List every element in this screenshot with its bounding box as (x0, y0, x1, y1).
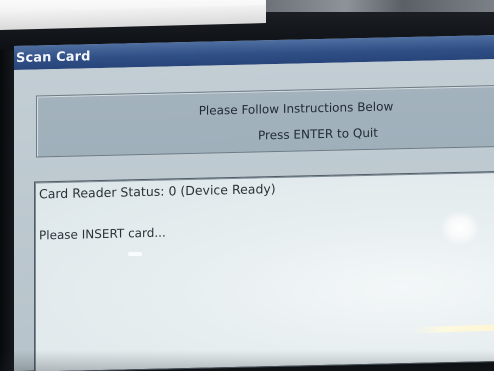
scan-card-window: Scan Card Please Follow Instructions Bel… (14, 35, 494, 371)
monitor-frame-left (0, 50, 14, 371)
instructions-line-2: Press ENTER to Quit (258, 125, 378, 143)
window-body: Please Follow Instructions Below Press E… (14, 59, 494, 371)
insert-card-prompt: Please INSERT card... (39, 225, 166, 243)
screen-glare (440, 210, 480, 246)
photo-scene: Scan Card Please Follow Instructions Bel… (0, 0, 494, 371)
window-title: Scan Card (16, 48, 91, 66)
screen-reflection-small (128, 252, 142, 256)
card-reader-log: Card Reader Status: 0 (Device Ready) Ple… (34, 171, 494, 371)
screen-shade (0, 350, 494, 371)
instructions-line-1: Please Follow Instructions Below (198, 99, 394, 118)
card-reader-status: Card Reader Status: 0 (Device Ready) (39, 181, 276, 202)
instructions-panel: Please Follow Instructions Below Press E… (36, 85, 494, 158)
